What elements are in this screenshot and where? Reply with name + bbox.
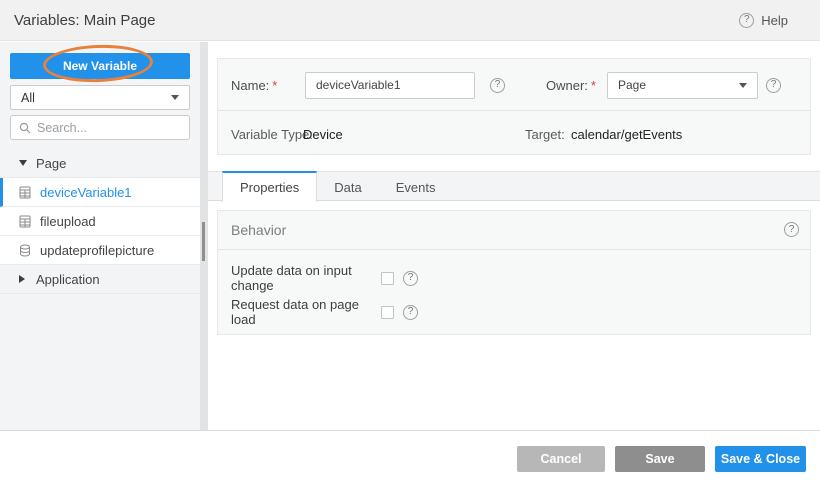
owner-select[interactable]: Page [607, 72, 758, 99]
owner-label: Owner:* [546, 78, 596, 93]
tree-item-devicevariable1[interactable]: deviceVariable1 [0, 178, 200, 207]
tree-item-label: fileupload [40, 214, 96, 229]
update-on-input-change-checkbox[interactable] [381, 272, 394, 285]
name-owner-row: Name:* ? Owner:* Page ? [218, 71, 810, 99]
detail-tabs: Properties Data Events [208, 171, 820, 201]
search-input[interactable] [37, 121, 181, 135]
tree-item-label: deviceVariable1 [40, 185, 132, 200]
target-label: Target: [525, 127, 565, 142]
variables-sidebar: New Variable All Page [0, 42, 200, 430]
tree-group-label: Page [36, 156, 66, 171]
behavior-panel: Behavior ? Update data on input change ?… [217, 210, 811, 335]
type-target-row: Variable Type: Device Target: calendar/g… [218, 121, 810, 147]
tab-data[interactable]: Data [317, 171, 378, 201]
variables-tree: Page deviceVariable1 [0, 149, 200, 294]
request-on-page-load-checkbox[interactable] [381, 306, 394, 319]
tree-group-page[interactable]: Page [0, 149, 200, 178]
variable-search[interactable] [10, 115, 190, 140]
chevron-down-icon [171, 95, 179, 100]
chevron-down-icon [739, 83, 747, 88]
save-and-close-button[interactable]: Save & Close [715, 446, 806, 472]
dialog-header: Variables: Main Page ? Help [0, 0, 820, 41]
scrollbar-thumb[interactable] [202, 222, 205, 261]
cancel-button[interactable]: Cancel [517, 446, 605, 472]
option-help-icon[interactable]: ? [403, 271, 418, 286]
variable-name-input[interactable] [305, 72, 475, 99]
option-request-on-page-load: Request data on page load ? [231, 304, 418, 320]
option-label: Update data on input change [231, 263, 381, 293]
save-button[interactable]: Save [615, 446, 705, 472]
variable-type-label: Variable Type: [231, 127, 313, 142]
variable-filter-select[interactable]: All [10, 85, 190, 110]
new-variable-button[interactable]: New Variable [10, 53, 190, 79]
tree-item-fileupload[interactable]: fileupload [0, 207, 200, 236]
variable-table-icon [19, 186, 31, 199]
target-value: calendar/getEvents [571, 127, 682, 142]
tab-events[interactable]: Events [379, 171, 453, 201]
owner-help-icon[interactable]: ? [766, 78, 781, 93]
page-title: Variables: Main Page [14, 12, 155, 29]
help-icon: ? [739, 13, 754, 28]
behavior-section-title: Behavior [231, 222, 286, 238]
variable-table-icon [19, 215, 31, 228]
variable-detail-pane: Name:* ? Owner:* Page ? Variable Type: D… [208, 42, 820, 430]
triangle-collapsed-icon [19, 275, 25, 283]
option-label: Request data on page load [231, 297, 381, 327]
filter-selected-value: All [21, 91, 35, 105]
tree-group-application[interactable]: Application [0, 265, 200, 294]
variable-type-value: Device [303, 127, 343, 142]
help-link[interactable]: ? Help [739, 13, 788, 28]
database-icon [19, 244, 31, 257]
panel-divider [218, 249, 810, 250]
search-icon [19, 122, 31, 134]
sidebar-scrollbar[interactable] [200, 42, 208, 430]
tree-item-label: updateprofilepicture [40, 243, 154, 258]
name-label: Name:* [231, 78, 277, 93]
required-marker: * [272, 78, 277, 93]
triangle-expanded-icon [19, 160, 27, 166]
variable-summary-panel: Name:* ? Owner:* Page ? Variable Type: D… [217, 58, 811, 155]
behavior-help-icon[interactable]: ? [784, 222, 799, 237]
variables-dialog: Variables: Main Page ? Help New Variable… [0, 0, 820, 486]
panel-divider [218, 110, 810, 111]
tree-item-updateprofilepicture[interactable]: updateprofilepicture [0, 236, 200, 265]
option-update-on-input-change: Update data on input change ? [231, 270, 418, 286]
owner-selected-value: Page [618, 78, 646, 92]
tree-group-label: Application [36, 272, 100, 287]
required-marker: * [591, 78, 596, 93]
help-label: Help [761, 13, 788, 28]
option-help-icon[interactable]: ? [403, 305, 418, 320]
dialog-footer: Cancel Save Save & Close [0, 430, 820, 486]
name-help-icon[interactable]: ? [490, 78, 505, 93]
tab-properties[interactable]: Properties [222, 171, 317, 202]
